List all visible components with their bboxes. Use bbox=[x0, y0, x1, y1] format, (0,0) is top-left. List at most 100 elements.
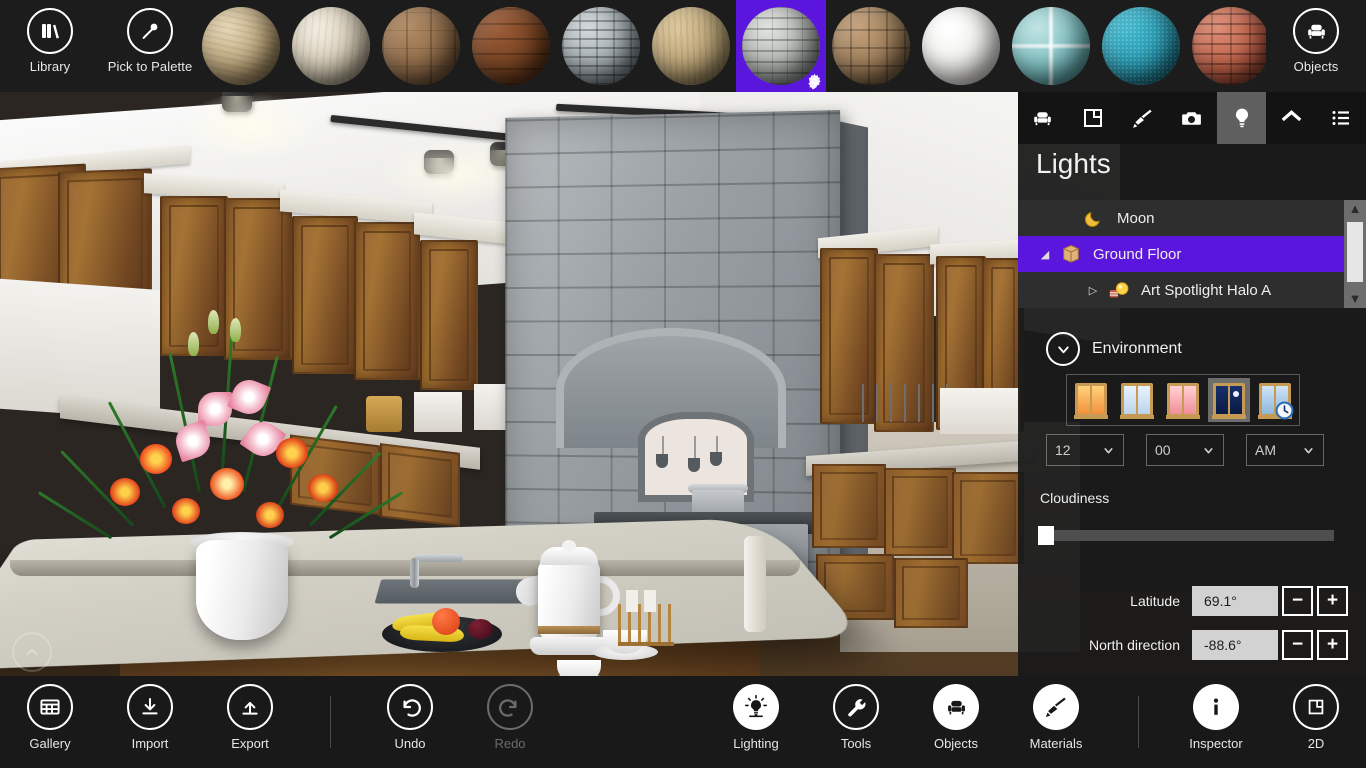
tab-home[interactable] bbox=[1266, 92, 1316, 144]
meridiem-select[interactable]: AM bbox=[1246, 434, 1324, 466]
expander-toggle-icon[interactable]: ◢ bbox=[1032, 248, 1058, 261]
import-button[interactable]: Import bbox=[100, 684, 200, 762]
material-sphere-teal-marble-tile bbox=[1012, 7, 1090, 85]
tools-button[interactable]: Tools bbox=[806, 684, 906, 762]
material-swatch-grey-shingles[interactable] bbox=[736, 0, 826, 92]
material-settings-gear-icon[interactable] bbox=[805, 72, 824, 91]
north-decrement-button[interactable]: − bbox=[1282, 630, 1313, 660]
environment-preset-night-window[interactable] bbox=[1208, 378, 1250, 422]
minute-select[interactable]: 00 bbox=[1146, 434, 1224, 466]
material-swatch-dark-wood-planks[interactable] bbox=[466, 0, 556, 92]
material-swatch-cream-stucco[interactable] bbox=[286, 0, 376, 92]
info-icon bbox=[1193, 684, 1239, 730]
lighting-button[interactable]: Lighting bbox=[706, 684, 806, 762]
chevron-down-icon bbox=[1104, 447, 1113, 453]
wall-cabinet-7 bbox=[420, 240, 478, 390]
north-direction-row: North direction -88.6° − + bbox=[1089, 630, 1348, 660]
light-row[interactable]: Moon bbox=[1018, 200, 1366, 236]
expander-toggle-icon[interactable]: ▷ bbox=[1080, 284, 1106, 297]
export-button[interactable]: Export bbox=[200, 684, 300, 762]
tab-lights[interactable] bbox=[1216, 92, 1267, 144]
light-row-label: Art Spotlight Halo A bbox=[1141, 281, 1272, 299]
material-swatch-teal-carpet[interactable] bbox=[1096, 0, 1186, 92]
bottom-button-label: Tools bbox=[840, 736, 872, 751]
faucet-base bbox=[410, 558, 419, 588]
tab-floorplan[interactable] bbox=[1068, 92, 1118, 144]
objects-top-label: Objects bbox=[1293, 59, 1339, 74]
environment-preset-custom-time-window[interactable] bbox=[1254, 378, 1296, 422]
latitude-value[interactable]: 69.1° bbox=[1192, 586, 1278, 616]
scroll-down-icon[interactable]: ▼ bbox=[1349, 290, 1362, 308]
armchair-icon bbox=[933, 684, 979, 730]
north-increment-button[interactable]: + bbox=[1317, 630, 1348, 660]
box-icon bbox=[1058, 241, 1084, 267]
chevron-down-icon[interactable] bbox=[1046, 332, 1080, 366]
light-row[interactable]: ◢ Ground Floor bbox=[1018, 236, 1366, 272]
light-row[interactable]: ▷ Art Spotlight Halo A bbox=[1018, 272, 1366, 308]
north-direction-label: North direction bbox=[1088, 637, 1180, 653]
chevron-up-icon bbox=[26, 648, 38, 656]
latitude-row: Latitude 69.1° − + bbox=[1130, 586, 1348, 616]
moon-icon bbox=[1082, 205, 1108, 231]
environment-presets[interactable] bbox=[1066, 374, 1300, 426]
material-swatch-beige-plaster[interactable] bbox=[196, 0, 286, 92]
window-icon bbox=[1166, 383, 1200, 419]
dish-rack bbox=[414, 392, 462, 432]
material-sphere-light-wood-planks bbox=[382, 7, 460, 85]
latitude-label: Latitude bbox=[1130, 593, 1180, 609]
scrollbar-thumb[interactable] bbox=[1347, 222, 1363, 282]
armchair-icon bbox=[1034, 111, 1052, 125]
material-swatch-light-wood-planks[interactable] bbox=[376, 0, 466, 92]
latitude-decrement-button[interactable]: − bbox=[1282, 586, 1313, 616]
lightbulb-rays-icon bbox=[733, 684, 779, 730]
island-counter-edge bbox=[10, 560, 800, 576]
material-sphere-teal-carpet bbox=[1102, 7, 1180, 85]
tab-objects[interactable] bbox=[1018, 92, 1068, 144]
redo-arrow-icon bbox=[487, 684, 533, 730]
latitude-increment-button[interactable]: + bbox=[1317, 586, 1348, 616]
time-selectors[interactable]: 12 00 AM bbox=[1046, 434, 1324, 466]
left-base-cabinet-2 bbox=[380, 443, 460, 527]
objects-button[interactable]: Objects bbox=[906, 684, 1006, 762]
material-swatch-strip[interactable] bbox=[196, 0, 1266, 92]
undo-button[interactable]: Undo bbox=[360, 684, 460, 762]
material-swatch-sand-stucco[interactable] bbox=[646, 0, 736, 92]
inspector-button[interactable]: Inspector bbox=[1166, 684, 1266, 762]
environment-preset-dawn-pink-window[interactable] bbox=[1162, 378, 1204, 422]
material-swatch-red-brick[interactable] bbox=[1186, 0, 1266, 92]
material-swatch-grey-brick[interactable] bbox=[556, 0, 646, 92]
home-icon bbox=[1281, 109, 1302, 121]
pick-to-palette-button[interactable]: Pick to Palette bbox=[100, 8, 200, 86]
tab-materials[interactable] bbox=[1117, 92, 1167, 144]
hour-select[interactable]: 12 bbox=[1046, 434, 1124, 466]
material-swatch-white-ceramic[interactable] bbox=[916, 0, 1006, 92]
bottom-toolbar: Gallery Import Export Undo Redo Lighting Tools… bbox=[0, 676, 1366, 768]
scroll-up-icon[interactable]: ▲ bbox=[1349, 200, 1362, 218]
meridiem-value: AM bbox=[1255, 442, 1276, 458]
faucet-arm bbox=[415, 554, 463, 562]
north-direction-value[interactable]: -88.6° bbox=[1192, 630, 1278, 660]
chevron-down-icon bbox=[1204, 447, 1213, 453]
material-swatch-wood-parquet-basketweave[interactable] bbox=[826, 0, 916, 92]
paintbrush-icon bbox=[1033, 684, 1079, 730]
viewport-nav-up-button[interactable] bbox=[12, 632, 52, 672]
lights-list[interactable]: Moon ◢ Ground Floor ▷ Art Spotlight Halo A bbox=[1018, 200, 1366, 308]
2d-button[interactable]: 2D bbox=[1266, 684, 1366, 762]
gallery-button[interactable]: Gallery bbox=[0, 684, 100, 762]
lights-scrollbar[interactable]: ▲ ▼ bbox=[1344, 200, 1366, 308]
right-base-cabinet-3 bbox=[952, 472, 1024, 564]
objects-button-top[interactable]: Objects bbox=[1266, 8, 1366, 86]
material-sphere-cream-stucco bbox=[292, 7, 370, 85]
library-button[interactable]: Library bbox=[0, 8, 100, 86]
clock-icon bbox=[1275, 401, 1294, 420]
material-swatch-teal-marble-tile[interactable] bbox=[1006, 0, 1096, 92]
environment-header[interactable]: Environment bbox=[1046, 332, 1182, 366]
environment-preset-sunset-warm-window[interactable] bbox=[1070, 378, 1112, 422]
cloudiness-slider-thumb[interactable] bbox=[1038, 526, 1054, 545]
cloudiness-slider[interactable] bbox=[1038, 530, 1334, 541]
environment-preset-daylight-window[interactable] bbox=[1116, 378, 1158, 422]
tab-list[interactable] bbox=[1316, 92, 1366, 144]
library-label: Library bbox=[29, 59, 71, 74]
tab-camera[interactable] bbox=[1167, 92, 1217, 144]
materials-button[interactable]: Materials bbox=[1006, 684, 1106, 762]
